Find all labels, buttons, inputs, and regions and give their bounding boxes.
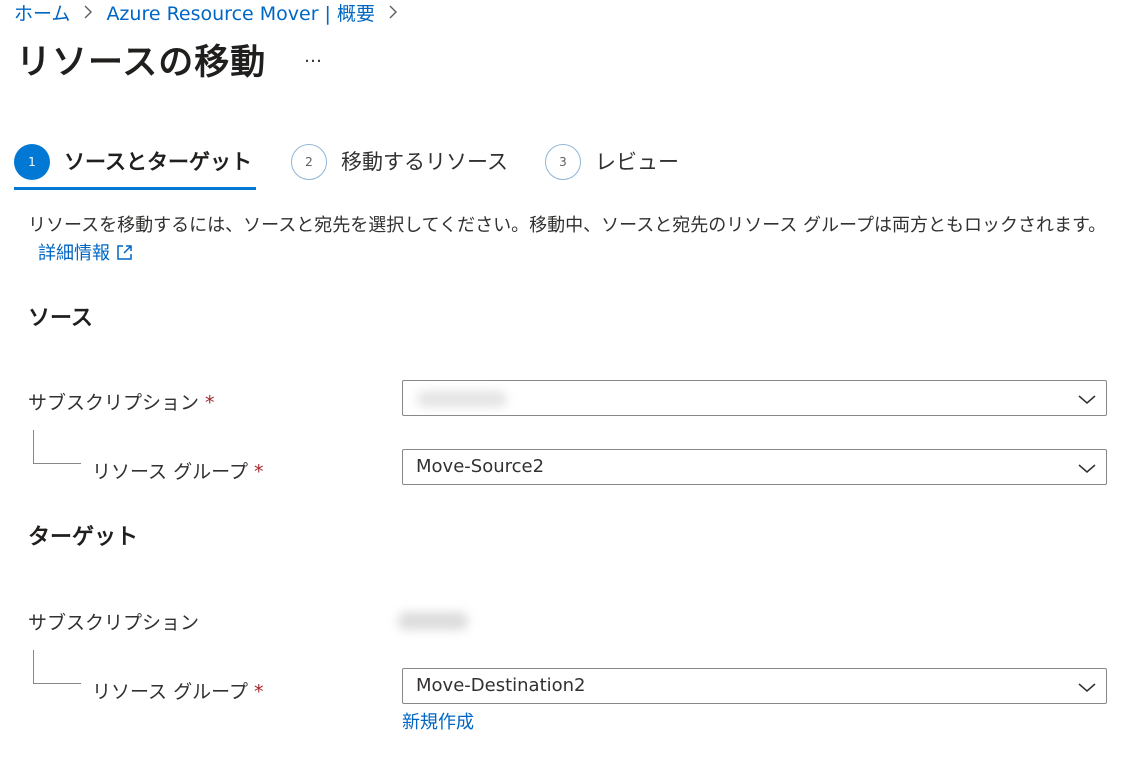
learn-more-link[interactable]: 詳細情報 bbox=[38, 243, 133, 264]
external-link-icon bbox=[117, 245, 132, 260]
chevron-down-icon bbox=[1078, 683, 1096, 692]
chevron-down-icon bbox=[1078, 395, 1096, 404]
step-label: ソースとターゲット bbox=[64, 150, 252, 174]
chevron-right-icon bbox=[82, 4, 94, 20]
source-section-title: ソース bbox=[28, 306, 93, 331]
more-options-button[interactable]: … bbox=[304, 46, 323, 67]
source-resource-group-label: リソース グループ * bbox=[92, 457, 263, 484]
tab-review[interactable]: 3 レビュー bbox=[545, 144, 679, 190]
learn-more-label: 詳細情報 bbox=[38, 243, 110, 264]
required-marker: * bbox=[205, 392, 215, 414]
tree-connector bbox=[33, 650, 81, 684]
target-subscription-label: サブスクリプション bbox=[28, 612, 200, 634]
tree-connector bbox=[33, 430, 81, 464]
step-number-3: 3 bbox=[545, 144, 581, 180]
create-new-link[interactable]: 新規作成 bbox=[402, 708, 474, 734]
chevron-right-icon bbox=[387, 4, 399, 20]
required-marker: * bbox=[253, 461, 264, 483]
redacted-value bbox=[417, 391, 507, 407]
target-resource-group-label-text: リソース グループ bbox=[92, 681, 248, 703]
tab-source-target[interactable]: 1 ソースとターゲット bbox=[14, 144, 256, 190]
source-resource-group-label-text: リソース グループ bbox=[92, 461, 248, 483]
step-label: レビュー bbox=[595, 150, 679, 174]
source-subscription-label-text: サブスクリプション bbox=[28, 392, 200, 414]
target-resource-group-label: リソース グループ * bbox=[92, 677, 263, 704]
breadcrumb-home[interactable]: ホーム bbox=[14, 0, 70, 26]
target-section-title: ターゲット bbox=[28, 525, 139, 550]
source-subscription-label: サブスクリプション * bbox=[28, 388, 215, 415]
description-text: リソースを移動するには、ソースと宛先を選択してください。移動中、ソースと宛先のリ… bbox=[28, 215, 1107, 236]
source-resource-group-value: Move-Source2 bbox=[416, 456, 545, 477]
source-subscription-dropdown[interactable] bbox=[402, 380, 1107, 416]
target-resource-group-dropdown[interactable]: Move-Destination2 bbox=[402, 668, 1107, 704]
step-label: 移動するリソース bbox=[341, 150, 508, 174]
step-number-2: 2 bbox=[291, 144, 327, 180]
source-resource-group-dropdown[interactable]: Move-Source2 bbox=[402, 449, 1107, 485]
breadcrumb-resource-mover[interactable]: Azure Resource Mover | 概要 bbox=[106, 0, 375, 26]
breadcrumb: ホーム Azure Resource Mover | 概要 bbox=[14, 0, 411, 26]
step-number-1: 1 bbox=[14, 144, 50, 180]
description: リソースを移動するには、ソースと宛先を選択してください。移動中、ソースと宛先のリ… bbox=[28, 212, 1118, 268]
chevron-down-icon bbox=[1078, 464, 1096, 473]
redacted-value bbox=[398, 612, 468, 630]
target-resource-group-value: Move-Destination2 bbox=[416, 675, 586, 696]
tab-resources-to-move[interactable]: 2 移動するリソース bbox=[291, 144, 511, 190]
page-title: リソースの移動 bbox=[16, 43, 267, 83]
required-marker: * bbox=[253, 681, 264, 703]
wizard-steps: 1 ソースとターゲット 2 移動するリソース 3 レビュー bbox=[14, 144, 679, 190]
